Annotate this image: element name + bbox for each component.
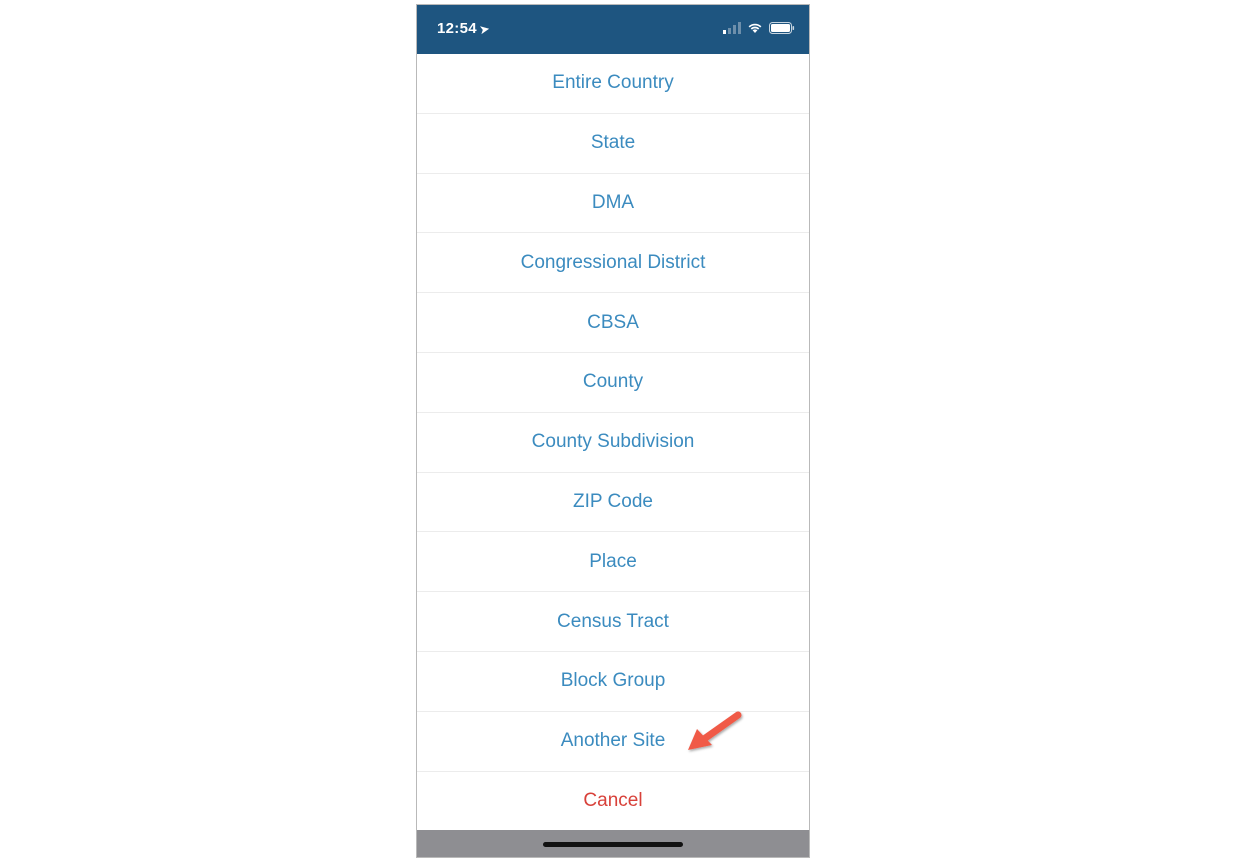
menu-item-place[interactable]: Place [417, 532, 809, 593]
status-icons [723, 22, 795, 34]
menu-item-census-tract[interactable]: Census Tract [417, 592, 809, 652]
menu-item-congressional-district[interactable]: Congressional District [417, 233, 809, 294]
menu-item-state[interactable]: State [417, 114, 809, 174]
geography-menu: Entire Country State DMA Congressional D… [417, 54, 809, 831]
menu-item-another-site[interactable]: Another Site [417, 712, 809, 772]
location-arrow-icon: ➤ [478, 23, 491, 37]
menu-item-county[interactable]: County [417, 353, 809, 413]
time-text: 12:54 [437, 20, 477, 37]
menu-item-zip-code[interactable]: ZIP Code [417, 473, 809, 533]
red-arrow-icon [688, 711, 742, 750]
cancel-button[interactable]: Cancel [417, 772, 809, 832]
home-bar [417, 830, 809, 857]
battery-icon [769, 22, 795, 34]
wifi-icon [748, 23, 762, 33]
menu-item-block-group[interactable]: Block Group [417, 652, 809, 712]
status-bar: 12:54 ➤ [417, 5, 809, 54]
menu-item-county-subdivision[interactable]: County Subdivision [417, 413, 809, 473]
home-indicator[interactable] [543, 842, 683, 847]
menu-item-dma[interactable]: DMA [417, 174, 809, 234]
menu-item-cbsa[interactable]: CBSA [417, 293, 809, 353]
status-time: 12:54 ➤ [437, 20, 491, 37]
cellular-signal-icon [723, 22, 741, 34]
menu-item-entire-country[interactable]: Entire Country [417, 54, 809, 114]
phone-screen: 12:54 ➤ Entire Country State DMA Congres… [416, 4, 810, 858]
